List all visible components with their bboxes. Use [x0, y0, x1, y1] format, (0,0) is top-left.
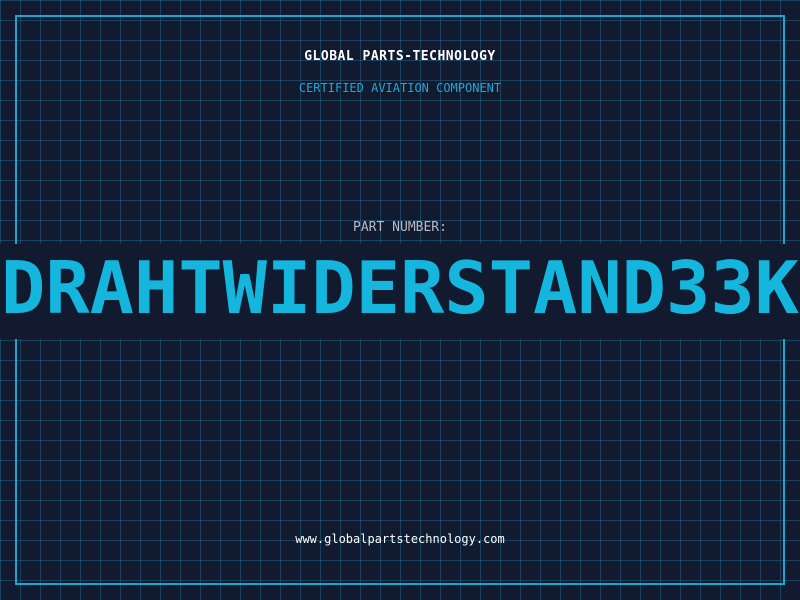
part-number-value: DRAHTWIDERSTAND33K: [1, 246, 800, 330]
part-number-svg: DRAHTWIDERSTAND33K: [1, 246, 800, 330]
part-number-label: PART NUMBER:: [353, 220, 447, 235]
part-number-display: DRAHTWIDERSTAND33K: [0, 244, 800, 339]
certification-text: CERTIFIED AVIATION COMPONENT: [298, 81, 502, 95]
part-label-card: GLOBAL PARTS-TECHNOLOGY CERTIFIED AVIATI…: [0, 0, 800, 600]
company-name: GLOBAL PARTS-TECHNOLOGY: [304, 49, 496, 64]
website-link[interactable]: www.globalpartstechnology.com: [0, 530, 800, 548]
